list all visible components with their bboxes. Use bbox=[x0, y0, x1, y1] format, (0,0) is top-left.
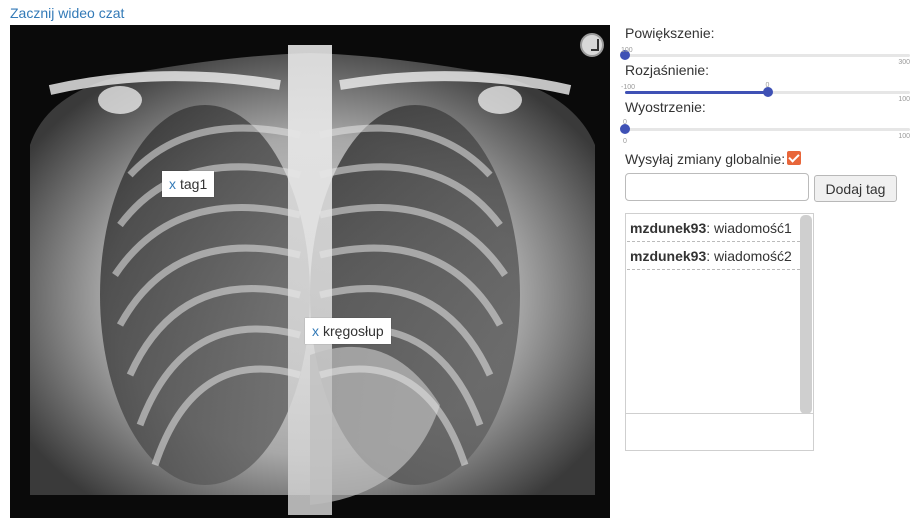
chat-message-input[interactable] bbox=[626, 413, 813, 450]
remove-tag-button[interactable]: x bbox=[312, 323, 319, 339]
zoom-label: Powiększenie: bbox=[625, 25, 715, 41]
rotate-icon[interactable] bbox=[580, 33, 604, 57]
zoom-slider-block: Powiększenie: 100 300 bbox=[620, 25, 910, 66]
chat-scrollbar[interactable] bbox=[800, 215, 812, 414]
tag-label: kręgosłup bbox=[323, 323, 384, 339]
zoom-slider[interactable]: 100 300 bbox=[620, 47, 910, 66]
brightness-slider-block: Rozjaśnienie: -100 0 100 bbox=[621, 62, 910, 103]
global-changes-label: Wysyłaj zmiany globalnie: bbox=[625, 151, 786, 167]
sharpen-min-tick: 0 bbox=[623, 138, 627, 145]
start-video-chat-link[interactable]: Zacznij wideo czat bbox=[10, 5, 124, 21]
chat-message-user: mzdunek93 bbox=[630, 248, 707, 264]
brightness-value-tick: 0 bbox=[765, 82, 770, 89]
xray-image-viewer[interactable]: x tag1 x kręgosłup bbox=[10, 25, 610, 518]
add-tag-button[interactable]: Dodaj tag bbox=[814, 175, 897, 202]
brightness-slider-fill bbox=[625, 91, 768, 94]
chat-message: mzdunek93: wiadomość2 bbox=[627, 242, 800, 270]
brightness-min-tick: -100 bbox=[621, 84, 636, 91]
image-tag: x kręgosłup bbox=[305, 318, 391, 344]
sharpen-value-tick: 0 bbox=[623, 119, 627, 126]
chat-message-list: mzdunek93: wiadomość1 mzdunek93: wiadomo… bbox=[627, 214, 800, 270]
remove-tag-button[interactable]: x bbox=[169, 176, 176, 192]
chest-xray-image bbox=[10, 25, 610, 518]
image-tag: x tag1 bbox=[162, 171, 215, 197]
sharpen-label: Wyostrzenie: bbox=[625, 99, 706, 115]
chat-message-user: mzdunek93 bbox=[630, 220, 707, 236]
global-changes-checkbox[interactable] bbox=[787, 151, 802, 165]
brightness-slider[interactable]: -100 0 100 bbox=[621, 82, 910, 103]
chat-message: mzdunek93: wiadomość1 bbox=[627, 214, 800, 242]
image-controls-panel: Powiększenie: 100 300 Rozjaśnienie: -100… bbox=[620, 25, 910, 451]
chat-box: mzdunek93: wiadomość1 mzdunek93: wiadomo… bbox=[625, 213, 814, 451]
chat-message-text: : wiadomość1 bbox=[706, 220, 792, 236]
tag-input[interactable] bbox=[625, 173, 809, 201]
sharpen-slider[interactable]: 0 0 100 bbox=[620, 119, 910, 145]
tag-label: tag1 bbox=[180, 176, 208, 192]
sharpen-max-tick: 100 bbox=[898, 133, 910, 140]
global-changes-row: Wysyłaj zmiany globalnie: bbox=[625, 151, 802, 167]
chat-message-text: : wiadomość2 bbox=[706, 248, 792, 264]
sharpen-slider-block: Wyostrzenie: 0 0 100 bbox=[620, 99, 910, 145]
brightness-label: Rozjaśnienie: bbox=[625, 62, 710, 78]
zoom-min-tick: 100 bbox=[621, 47, 633, 54]
